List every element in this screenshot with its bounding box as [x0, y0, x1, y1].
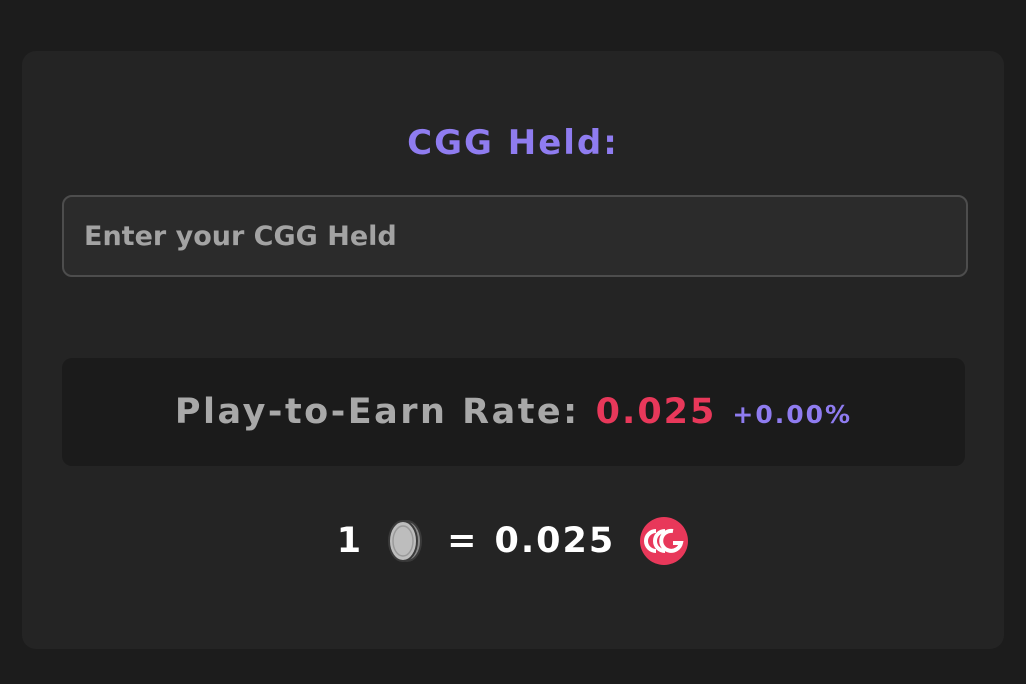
cgg-logo-icon — [639, 516, 689, 566]
rate-panel: Play-to-Earn Rate: 0.025 +0.00% — [62, 358, 965, 466]
rate-value: 0.025 — [595, 392, 717, 432]
rate-label: Play-to-Earn Rate: — [174, 392, 580, 432]
cgg-held-label: CGG Held: — [407, 123, 619, 163]
coin-icon — [387, 519, 423, 563]
rate-change: +0.00% — [732, 399, 853, 429]
conversion-line: 1 = 0.025 — [22, 513, 1004, 569]
calculator-card: CGG Held: Play-to-Earn Rate: 0.025 +0.00… — [22, 51, 1004, 649]
conversion-left-amount: 1 — [336, 521, 364, 561]
conversion-right-amount: 0.025 — [494, 521, 616, 561]
conversion-equals: = — [447, 521, 479, 561]
cgg-held-input[interactable] — [62, 195, 968, 277]
